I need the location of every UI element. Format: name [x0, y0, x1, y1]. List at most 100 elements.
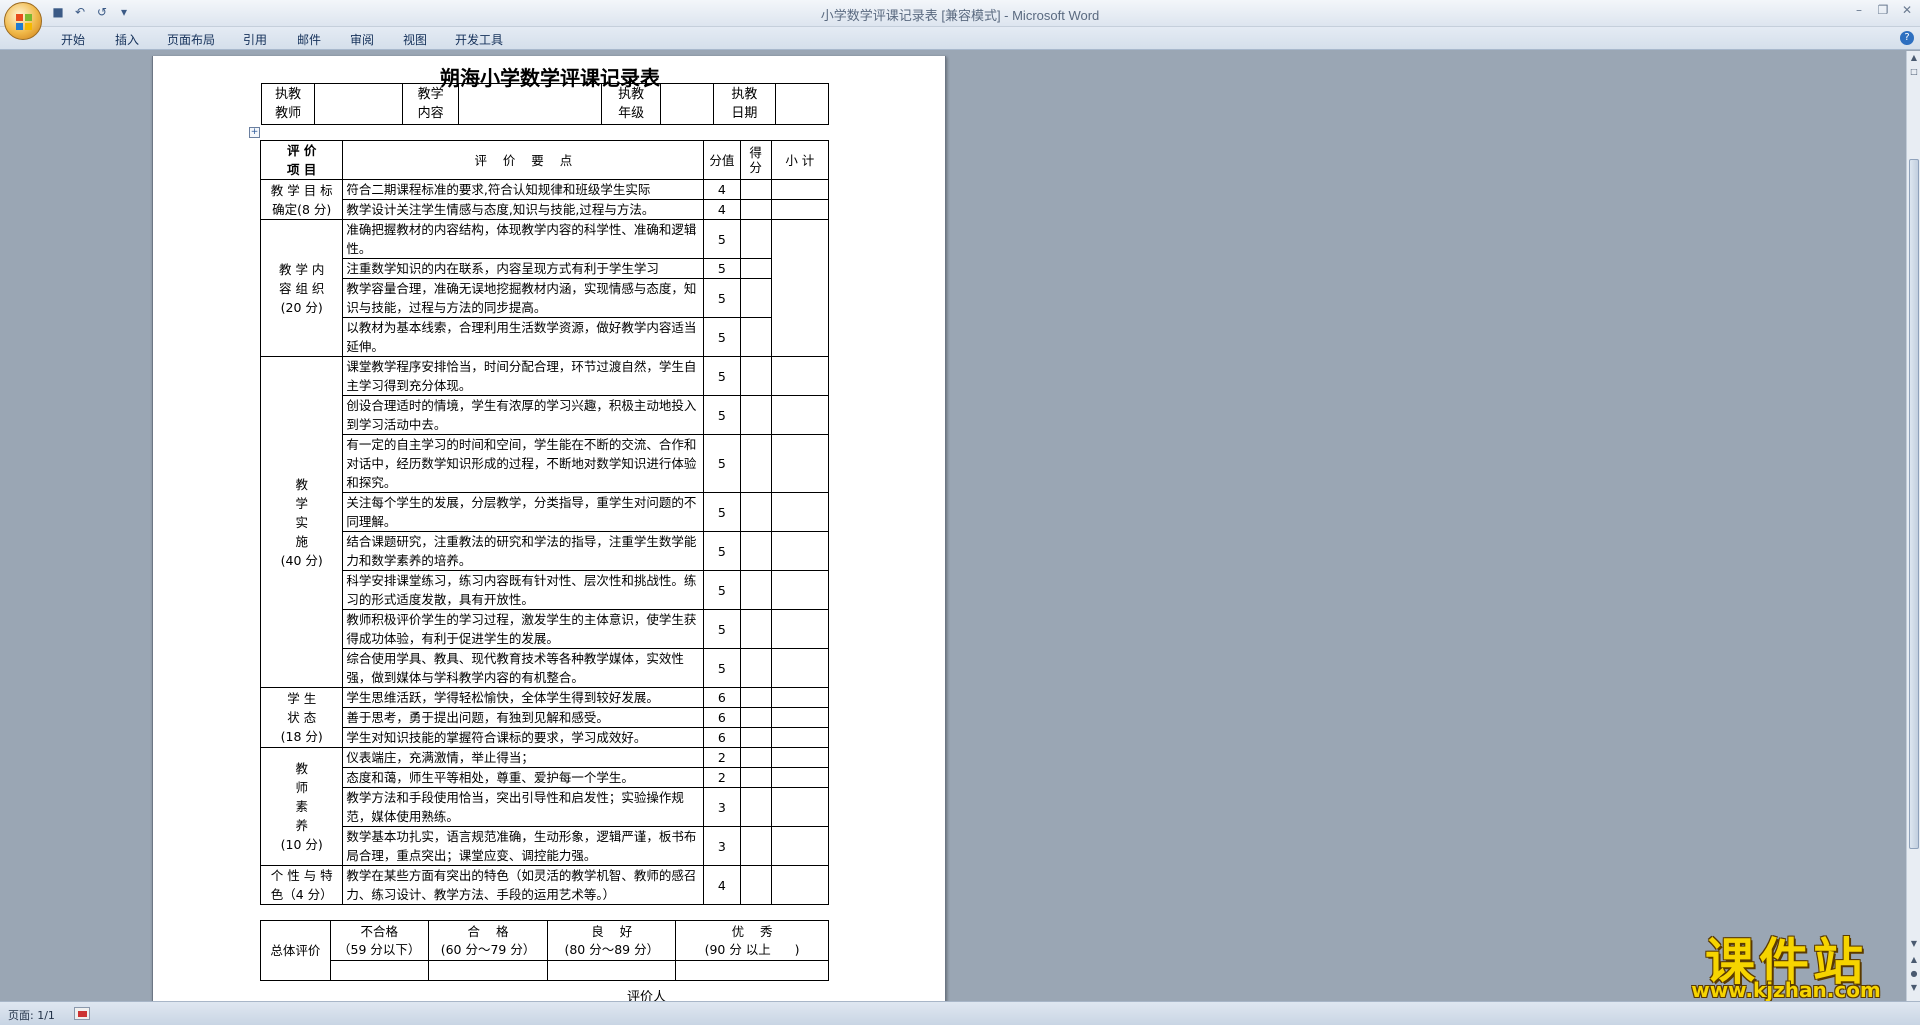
grade-value[interactable] — [659, 83, 715, 125]
ruler-toggle-icon[interactable]: □ — [1908, 67, 1920, 79]
proofing-icon[interactable] — [74, 1007, 90, 1020]
subtotal-cell[interactable] — [770, 865, 830, 905]
subtotal-cell[interactable] — [770, 727, 830, 748]
subtotal-cell[interactable] — [770, 747, 830, 768]
subtotal-cell[interactable] — [770, 648, 830, 688]
header-subtotal: 小 计 — [770, 140, 830, 180]
got-score-cell[interactable] — [739, 570, 772, 610]
subtotal-cell[interactable] — [770, 531, 830, 571]
browse-object-icon[interactable]: ● — [1908, 969, 1920, 981]
got-score-cell[interactable] — [739, 826, 772, 866]
close-icon[interactable]: ✕ — [1900, 3, 1914, 17]
tab-developer[interactable]: 开发工具 — [455, 31, 503, 48]
got-score-cell[interactable] — [739, 492, 772, 532]
subtotal-cell[interactable] — [770, 767, 830, 788]
help-icon[interactable]: ? — [1900, 31, 1914, 45]
got-score-cell[interactable] — [739, 278, 772, 318]
table-row: 个 性 与 特 色（4 分） 教学在某些方面有突出的特色（如灵活的教学机智、教师的… — [259, 865, 830, 905]
subtotal-cell[interactable] — [770, 395, 830, 435]
got-score-cell[interactable] — [739, 258, 772, 279]
subtotal-cell[interactable] — [770, 492, 830, 532]
got-score-cell[interactable] — [739, 747, 772, 768]
table-row: 综合使用学具、教具、现代教育技术等各种教学媒体，实效性强，做到媒体与学科教学内容… — [261, 648, 830, 688]
scroll-thumb[interactable] — [1909, 159, 1919, 849]
table-row: 注重数学知识的内在联系，内容呈现方式有利于学生学习 5 — [261, 258, 829, 279]
got-score-cell[interactable] — [739, 787, 772, 827]
level-fail-mark[interactable] — [329, 960, 429, 981]
document-page[interactable]: 朔海小学数学评课记录表 执教 教师 教学 内容 执教 年级 执教 日期 + 评 … — [152, 56, 946, 1001]
content-value[interactable] — [457, 83, 603, 125]
tab-references[interactable]: 引用 — [243, 31, 267, 48]
subtotal-cell[interactable] — [770, 434, 830, 493]
subtotal-cell[interactable] — [770, 179, 830, 200]
table-row: 数学基本功扎实，语言规范准确，生动形象，逻辑严谨，板书布局合理，重点突出；课堂应… — [261, 826, 830, 866]
teacher-value[interactable] — [314, 83, 404, 125]
got-score-cell[interactable] — [739, 531, 772, 571]
tab-insert[interactable]: 插入 — [115, 31, 139, 48]
minimize-icon[interactable]: – — [1852, 3, 1866, 17]
got-score-cell[interactable] — [739, 356, 772, 396]
level-good-range: (80 分～89 分） — [564, 941, 660, 957]
criterion-text: 仪表端庄，充满激情，举止得当； — [342, 747, 705, 768]
restore-icon[interactable]: ❐ — [1876, 3, 1890, 17]
criterion-text: 善于思考，勇于提出问题，有独到见解和感受。 — [342, 707, 705, 728]
table-move-handle-icon[interactable]: + — [249, 127, 260, 138]
subtotal-cell[interactable] — [770, 199, 830, 220]
header-got: 得 分 — [739, 140, 772, 180]
level-excellent-mark[interactable] — [675, 960, 829, 981]
criterion-score: 5 — [703, 317, 741, 357]
level-pass-mark[interactable] — [427, 960, 549, 981]
date-value[interactable] — [774, 83, 830, 125]
got-score-cell[interactable] — [739, 199, 772, 220]
scroll-up-icon[interactable]: ▲ — [1908, 53, 1920, 65]
criterion-score: 5 — [703, 258, 741, 279]
scroll-down-icon[interactable]: ▼ — [1908, 939, 1920, 951]
subtotal-cell[interactable] — [770, 570, 830, 610]
subtotal-cell[interactable] — [770, 219, 830, 357]
criterion-score: 6 — [703, 707, 741, 728]
subtotal-cell[interactable] — [770, 687, 830, 708]
criterion-text: 课堂教学程序安排恰当，时间分配合理，环节过渡自然，学生自主学习得到充分体现。 — [342, 356, 705, 396]
table-row: 善于思考，勇于提出问题，有独到见解和感受。 6 — [261, 707, 830, 728]
level-pass-name: 合 格 — [467, 923, 509, 939]
got-score-cell[interactable] — [739, 609, 772, 649]
got-score-cell[interactable] — [739, 707, 772, 728]
table-row: 教 学 实 施 (40 分) 课堂教学程序安排恰当，时间分配合理，环节过渡自然，学… — [259, 356, 830, 688]
signer-field[interactable] — [666, 991, 831, 1001]
tab-review[interactable]: 审阅 — [350, 31, 374, 48]
criterion-score: 5 — [703, 395, 741, 435]
tab-home[interactable]: 开始 — [61, 31, 85, 48]
tab-view[interactable]: 视图 — [403, 31, 427, 48]
got-score-cell[interactable] — [739, 767, 772, 788]
got-score-cell[interactable] — [739, 317, 772, 357]
subtotal-cell[interactable] — [770, 707, 830, 728]
subtotal-cell[interactable] — [770, 826, 830, 866]
criterion-text: 有一定的自主学习的时间和空间，学生能在不断的交流、合作和对话中，经历数学知识形成… — [342, 434, 705, 493]
got-score-cell[interactable] — [739, 865, 772, 905]
level-good-mark[interactable] — [547, 960, 677, 981]
next-page-icon[interactable]: ▼ — [1908, 983, 1920, 995]
got-score-cell[interactable] — [739, 179, 772, 200]
subtotal-cell[interactable] — [770, 356, 830, 396]
table-row: 有一定的自主学习的时间和空间，学生能在不断的交流、合作和对话中，经历数学知识形成… — [261, 434, 830, 493]
tab-page-layout[interactable]: 页面布局 — [167, 31, 215, 48]
criterion-text: 注重数学知识的内在联系，内容呈现方式有利于学生学习 — [342, 258, 705, 279]
got-score-cell[interactable] — [739, 434, 772, 493]
table-row: 态度和蔼，师生平等相处，尊重、爱护每一个学生。 2 — [261, 767, 830, 788]
prev-page-icon[interactable]: ▲ — [1908, 955, 1920, 967]
got-score-cell[interactable] — [739, 648, 772, 688]
got-score-cell[interactable] — [739, 219, 772, 259]
got-score-cell[interactable] — [739, 727, 772, 748]
document-area: 朔海小学数学评课记录表 执教 教师 教学 内容 执教 年级 执教 日期 + 评 … — [0, 51, 1906, 1001]
got-score-cell[interactable] — [739, 687, 772, 708]
criterion-score: 2 — [703, 747, 741, 768]
section-name: 学 生 状 态 (18 分) — [259, 687, 344, 748]
got-score-cell[interactable] — [739, 395, 772, 435]
subtotal-cell[interactable] — [770, 609, 830, 649]
vertical-scrollbar[interactable]: ▲ □ ▼ ▲ ● ▼ — [1906, 51, 1920, 1001]
page-count[interactable]: 页面: 1/1 — [8, 1007, 55, 1023]
office-button[interactable] — [4, 2, 42, 40]
evaluation-table: 评 价 项 目 评 价 要 点 分值 得 分 小 计 教 学 目 标 确定(8 … — [259, 140, 830, 905]
subtotal-cell[interactable] — [770, 787, 830, 827]
tab-mailings[interactable]: 邮件 — [297, 31, 321, 48]
